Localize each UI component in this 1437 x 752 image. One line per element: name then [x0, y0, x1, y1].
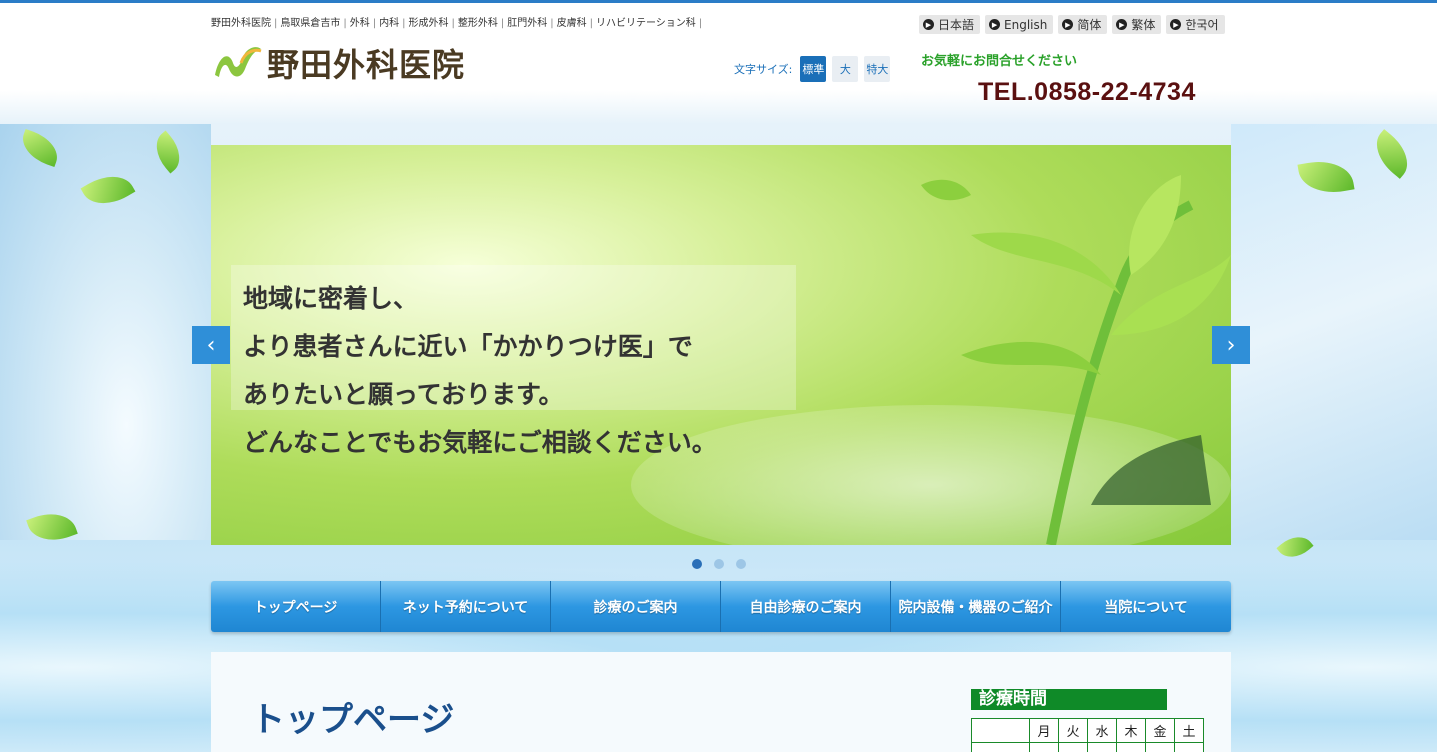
- table-cell: [1145, 742, 1175, 752]
- font-size-label: 文字サイズ:: [734, 63, 793, 76]
- category-item: 形成外科: [408, 18, 449, 29]
- caption-line: どんなことでもお気軽にご相談ください。: [243, 428, 717, 457]
- table-cell: 木: [1116, 718, 1146, 743]
- logo-mark-icon: [215, 47, 262, 77]
- table-cell: [1058, 742, 1088, 752]
- nav-item-private-treatment[interactable]: 自由診療のご案内: [721, 581, 891, 632]
- slider-next-button[interactable]: ›: [1212, 326, 1250, 364]
- nav-item-facilities[interactable]: 院内設備・機器のご紹介: [891, 581, 1061, 632]
- slider-dot[interactable]: [692, 559, 702, 569]
- nav-item-medical-guide[interactable]: 診療のご案内: [551, 581, 721, 632]
- table-cell: [971, 742, 1030, 752]
- category-item: リハビリテーション科: [596, 18, 696, 29]
- language-switcher: ▶ 日本語 ▶ English ▶ 简体 ▶ 繁体 ▶ 한국어: [919, 15, 1225, 34]
- chevron-right-icon: ▶: [1170, 19, 1182, 30]
- slider-prev-button[interactable]: ‹: [192, 326, 230, 364]
- chevron-right-icon: ▶: [1062, 19, 1074, 30]
- main-content: トップページ 診療時間 月 火 水 木 金 土: [211, 652, 1231, 752]
- category-item: 野田外科医院: [211, 18, 271, 29]
- site-logo[interactable]: 野田外科医院: [211, 40, 521, 86]
- caption-line: ありたいと願っております。: [243, 380, 564, 409]
- slider-dot[interactable]: [736, 559, 746, 569]
- slider-caption: 地域に密着し、 より患者さんに近い「かかりつけ医」で ありたいと願っております。…: [243, 275, 717, 467]
- chevron-right-icon: ▶: [923, 19, 934, 30]
- nav-item-about[interactable]: 当院について: [1061, 581, 1231, 632]
- lang-label: 日本語: [938, 18, 975, 32]
- category-item: 鳥取県倉吉市: [280, 18, 341, 29]
- table-cell: 金: [1145, 718, 1175, 743]
- table-cell: 水: [1087, 718, 1117, 743]
- top-accent-line: [0, 0, 1437, 3]
- font-size-standard-button[interactable]: 標準: [800, 56, 827, 82]
- table-row: [971, 742, 1204, 752]
- logo-text: 野田外科医院: [267, 46, 466, 84]
- nav-item-online-booking[interactable]: ネット予約について: [381, 581, 551, 632]
- hero-slider: 地域に密着し、 より患者さんに近い「かかりつけ医」で ありたいと願っております。…: [211, 145, 1231, 545]
- table-cell: [1087, 742, 1117, 752]
- table-cell: 月: [1029, 718, 1059, 743]
- page-title: トップページ: [251, 700, 455, 740]
- font-size-switcher: 文字サイズ: 標準 大 特大: [734, 56, 891, 82]
- sprout-illustration-icon: [921, 175, 1231, 545]
- table-cell: [1116, 742, 1146, 752]
- nav-item-top[interactable]: トップページ: [211, 581, 381, 632]
- caption-line: より患者さんに近い「かかりつけ医」で: [243, 332, 693, 361]
- category-item: 外科: [349, 18, 370, 29]
- lang-label: 繁体: [1131, 18, 1156, 32]
- font-size-xlarge-button[interactable]: 特大: [864, 56, 891, 82]
- lang-japanese-link[interactable]: ▶ 日本語: [919, 15, 981, 34]
- caption-line: 地域に密着し、: [243, 284, 419, 313]
- lang-english-link[interactable]: ▶ English: [985, 15, 1054, 34]
- contact-note: お気軽にお問合せください: [921, 54, 1078, 69]
- table-cell: [971, 718, 1030, 743]
- lang-label: 简体: [1077, 18, 1102, 32]
- table-cell: [1174, 742, 1204, 752]
- category-item: 整形外科: [457, 18, 498, 29]
- lang-simplified-chinese-link[interactable]: ▶ 简体: [1058, 15, 1108, 34]
- table-cell: 火: [1058, 718, 1088, 743]
- category-item: 皮膚科: [556, 18, 587, 29]
- phone-number[interactable]: TEL.0858-22-4734: [978, 78, 1196, 107]
- font-size-large-button[interactable]: 大: [832, 56, 859, 82]
- chevron-right-icon: ▶: [1116, 19, 1128, 30]
- table-row: 月 火 水 木 金 土: [971, 718, 1204, 743]
- category-item: 肛門外科: [507, 18, 548, 29]
- table-cell: 土: [1174, 718, 1204, 743]
- lang-korean-link[interactable]: ▶ 한국어: [1166, 15, 1225, 34]
- slider-dot[interactable]: [714, 559, 724, 569]
- hours-heading: 診療時間: [971, 689, 1167, 710]
- lang-label: English: [1004, 17, 1048, 32]
- lang-traditional-chinese-link[interactable]: ▶ 繁体: [1112, 15, 1162, 34]
- lang-label: 한국어: [1185, 18, 1219, 32]
- table-cell: [1029, 742, 1059, 752]
- chevron-right-icon: ▶: [989, 19, 1001, 30]
- category-item: 内科: [379, 18, 400, 29]
- hours-table: 月 火 水 木 金 土: [971, 718, 1204, 752]
- slider-pagination: [692, 559, 746, 569]
- header-category-list: 野田外科医院 | 鳥取県倉吉市 | 外科 | 内科 | 形成外科 | 整形外科 | 肛門外科 | 皮膚科 | リ…: [211, 18, 703, 29]
- main-nav: トップページ ネット予約について 診療のご案内 自由診療のご案内 院内設備・機器…: [211, 581, 1231, 632]
